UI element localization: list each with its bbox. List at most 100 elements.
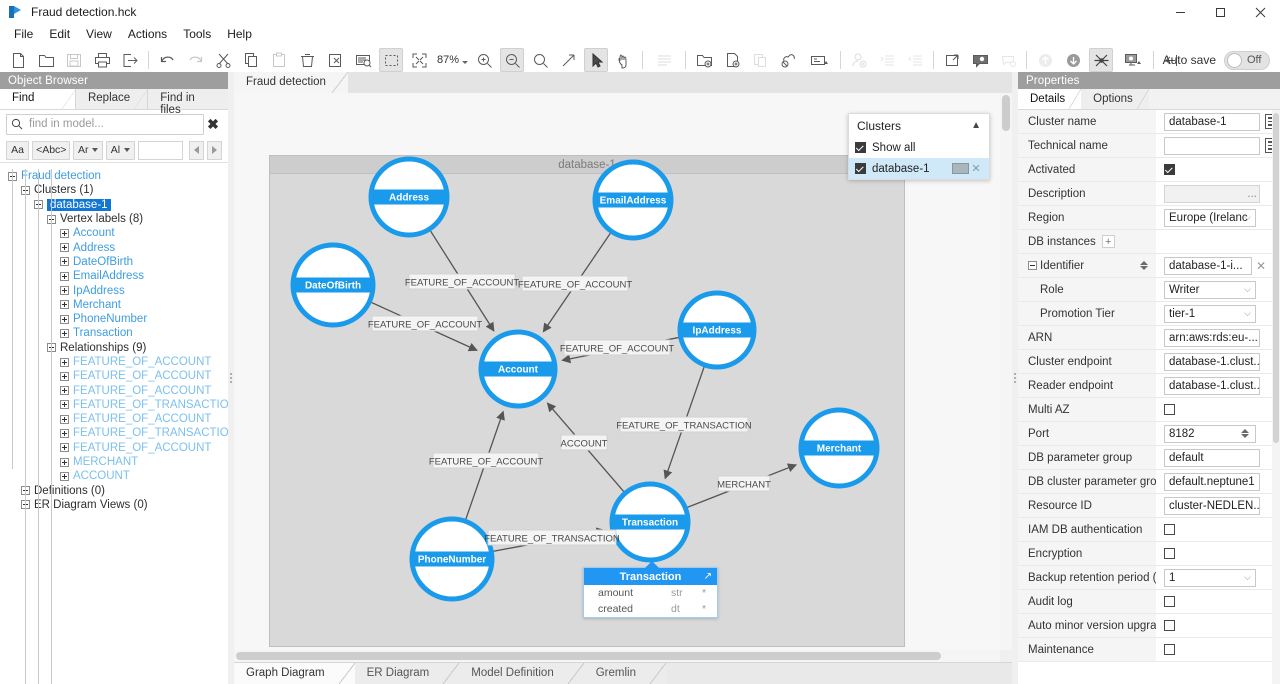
property-dropdown[interactable]: Europe (Irelanc⌵ bbox=[1164, 209, 1256, 227]
tab-find-in-files[interactable]: Find in files bbox=[148, 89, 228, 109]
link-icon[interactable] bbox=[776, 48, 800, 72]
tree-item-feature-of-account[interactable]: FEATURE_OF_ACCOUNT bbox=[0, 412, 228, 426]
property-checkbox[interactable] bbox=[1164, 404, 1175, 415]
expand-icon[interactable] bbox=[60, 458, 69, 467]
port-spinner[interactable] bbox=[1241, 429, 1249, 438]
prev-match-button[interactable] bbox=[189, 141, 204, 160]
close-icon[interactable]: ✕ bbox=[969, 162, 983, 175]
scroll-thumb[interactable] bbox=[236, 652, 941, 660]
expand-icon[interactable] bbox=[60, 400, 69, 409]
tree-item-dateofbirth[interactable]: DateOfBirth bbox=[0, 255, 228, 269]
tree-item-phonenumber[interactable]: PhoneNumber bbox=[0, 312, 228, 326]
property-checkbox[interactable] bbox=[1164, 164, 1175, 175]
zoom-in-icon[interactable] bbox=[472, 48, 496, 72]
property-dropdown[interactable]: 1⌵ bbox=[1164, 569, 1256, 587]
expand-icon[interactable] bbox=[60, 429, 69, 438]
tree-item-feature-of-account[interactable]: FEATURE_OF_ACCOUNT bbox=[0, 369, 228, 383]
close-button[interactable] bbox=[1240, 0, 1280, 24]
tree-item-feature-of-account[interactable]: FEATURE_OF_ACCOUNT bbox=[0, 383, 228, 397]
expand-icon[interactable] bbox=[60, 229, 69, 238]
pointer-icon[interactable] bbox=[584, 48, 608, 72]
autosave-toggle[interactable]: Off bbox=[1224, 51, 1270, 70]
zoom-level-control[interactable]: 87% bbox=[433, 54, 470, 66]
expand-icon[interactable] bbox=[60, 443, 69, 452]
properties-scrollbar[interactable] bbox=[1272, 110, 1280, 684]
new-page-icon[interactable] bbox=[720, 48, 744, 72]
property-text-input[interactable]: default bbox=[1164, 449, 1260, 467]
graph-node-address[interactable]: Address bbox=[371, 159, 447, 235]
expand-icon[interactable] bbox=[60, 315, 69, 324]
expand-icon[interactable] bbox=[60, 329, 69, 338]
edge-label[interactable]: FEATURE_OF_TRANSACTION bbox=[484, 534, 620, 545]
find-in-model-icon[interactable] bbox=[351, 48, 375, 72]
spinner-down-icon[interactable] bbox=[1241, 434, 1249, 438]
cluster-visibility-checkbox[interactable] bbox=[855, 163, 866, 174]
scroll-thumb[interactable] bbox=[1002, 95, 1010, 131]
edge-label[interactable]: FEATURE_OF_TRANSACTION bbox=[616, 421, 752, 432]
print-icon[interactable] bbox=[90, 48, 114, 72]
property-text-input[interactable]: database-1.clust... bbox=[1164, 353, 1260, 371]
tree-item-feature-of-account[interactable]: FEATURE_OF_ACCOUNT bbox=[0, 441, 228, 455]
property-text-input[interactable]: database-1.clust... bbox=[1164, 377, 1260, 395]
show-all-checkbox[interactable] bbox=[855, 142, 866, 153]
menu-actions[interactable]: Actions bbox=[120, 25, 175, 43]
scroll-thumb[interactable] bbox=[1273, 113, 1279, 443]
tree-item-ipaddress[interactable]: IpAddress bbox=[0, 283, 228, 297]
spinner-up-icon[interactable] bbox=[1140, 261, 1148, 265]
tree-item-address[interactable]: Address bbox=[0, 240, 228, 254]
tree-item-relationships-9[interactable]: Relationships (9) bbox=[0, 341, 228, 355]
tree-item-account[interactable]: ACCOUNT bbox=[0, 469, 228, 483]
menu-tools[interactable]: Tools bbox=[175, 25, 219, 43]
export-icon[interactable] bbox=[118, 48, 142, 72]
tree-item-feature-of-transactio[interactable]: FEATURE_OF_TRANSACTIO bbox=[0, 426, 228, 440]
graph-node-account[interactable]: Account bbox=[481, 332, 555, 406]
graph-view-icon[interactable] bbox=[1089, 48, 1113, 72]
edge-label[interactable]: FEATURE_OF_ACCOUNT bbox=[429, 457, 544, 468]
property-checkbox[interactable] bbox=[1164, 524, 1175, 535]
tab-graph-diagram[interactable]: Graph Diagram bbox=[234, 663, 355, 684]
expand-icon[interactable] bbox=[60, 300, 69, 309]
expand-icon[interactable] bbox=[60, 472, 69, 481]
instance-spinner[interactable] bbox=[1140, 261, 1148, 270]
new-diagram-icon[interactable] bbox=[692, 48, 716, 72]
comment-icon[interactable] bbox=[968, 48, 992, 72]
select-area-icon[interactable] bbox=[379, 48, 403, 72]
expand-diagonal-icon[interactable] bbox=[556, 48, 580, 72]
expand-icon[interactable] bbox=[60, 257, 69, 266]
chevron-up-icon[interactable]: ▲ bbox=[971, 120, 981, 131]
scope2-dropdown[interactable]: Al bbox=[106, 141, 135, 160]
tab-details[interactable]: Details bbox=[1018, 89, 1081, 109]
expand-icon[interactable]: ↗ bbox=[704, 571, 712, 582]
menu-edit[interactable]: Edit bbox=[41, 25, 78, 43]
menu-help[interactable]: Help bbox=[219, 25, 260, 43]
graph-node-emailaddress[interactable]: EmailAddress bbox=[595, 162, 671, 238]
graph-canvas[interactable]: database-1 AddressEmailAddressDateOfBirt… bbox=[234, 93, 1000, 650]
graph-node-transaction[interactable]: Transaction bbox=[612, 484, 688, 560]
tree-item-clusters-1[interactable]: Clusters (1) bbox=[0, 183, 228, 197]
expand-icon[interactable] bbox=[60, 386, 69, 395]
expand-icon[interactable] bbox=[60, 372, 69, 381]
tab-find[interactable]: Find bbox=[0, 89, 76, 109]
tree-item-merchant[interactable]: Merchant bbox=[0, 298, 228, 312]
cut-icon[interactable] bbox=[211, 48, 235, 72]
port-input[interactable]: 8182 bbox=[1164, 425, 1256, 443]
tree-item-fraud-detection[interactable]: Fraud detection bbox=[0, 169, 228, 183]
menu-view[interactable]: View bbox=[78, 25, 120, 43]
whole-word-button[interactable]: <Abc> bbox=[32, 141, 70, 160]
filter-input[interactable] bbox=[138, 141, 183, 160]
tree-item-emailaddress[interactable]: EmailAddress bbox=[0, 269, 228, 283]
autosave-control[interactable]: Auto save Off bbox=[1163, 51, 1270, 70]
tab-model-definition[interactable]: Model Definition bbox=[459, 663, 583, 684]
undo-icon[interactable] bbox=[155, 48, 179, 72]
edge-label[interactable]: ACCOUNT bbox=[561, 439, 608, 450]
scope1-dropdown[interactable]: Ar bbox=[73, 141, 103, 160]
clear-search-icon[interactable]: ✖ bbox=[204, 116, 222, 133]
delete-icon[interactable] bbox=[295, 48, 319, 72]
tree-item-definitions-0[interactable]: Definitions (0) bbox=[0, 484, 228, 498]
zoom-search-icon[interactable] bbox=[528, 48, 552, 72]
paste-special-icon[interactable] bbox=[323, 48, 347, 72]
edge-label[interactable]: FEATURE_OF_ACCOUNT bbox=[368, 320, 483, 331]
property-dropdown[interactable]: tier-1⌵ bbox=[1164, 305, 1256, 323]
tree-item-vertex-labels-8[interactable]: Vertex labels (8) bbox=[0, 212, 228, 226]
minimize-button[interactable] bbox=[1160, 0, 1200, 24]
